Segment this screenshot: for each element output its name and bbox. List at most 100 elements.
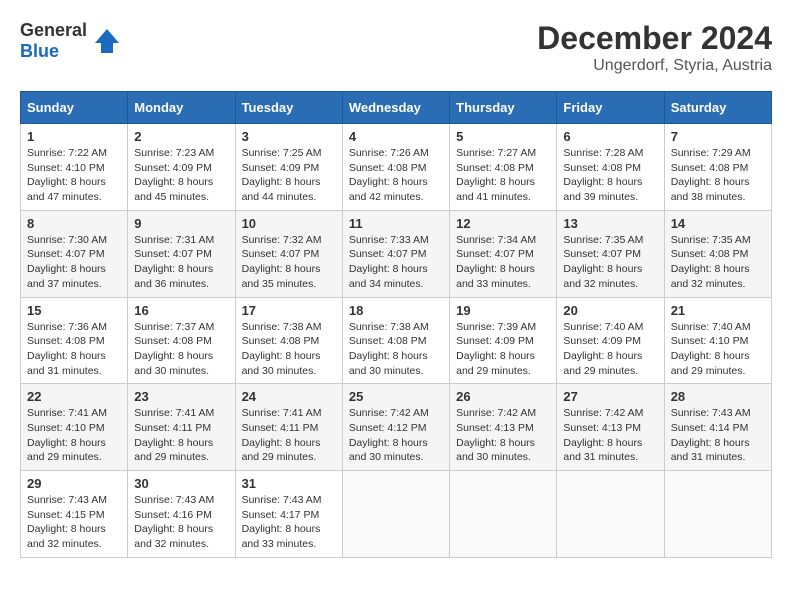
- day-info: Sunrise: 7:42 AMSunset: 4:12 PMDaylight:…: [349, 407, 429, 463]
- day-number: 28: [671, 389, 765, 404]
- day-number: 31: [242, 476, 336, 491]
- day-info: Sunrise: 7:37 AMSunset: 4:08 PMDaylight:…: [134, 321, 214, 377]
- table-row: 23 Sunrise: 7:41 AMSunset: 4:11 PMDaylig…: [128, 384, 235, 471]
- logo: General Blue: [20, 20, 123, 62]
- table-row: 21 Sunrise: 7:40 AMSunset: 4:10 PMDaylig…: [664, 297, 771, 384]
- col-thursday: Thursday: [450, 92, 557, 124]
- col-saturday: Saturday: [664, 92, 771, 124]
- day-number: 8: [27, 216, 121, 231]
- table-row: 18 Sunrise: 7:38 AMSunset: 4:08 PMDaylig…: [342, 297, 449, 384]
- table-row: 5 Sunrise: 7:27 AMSunset: 4:08 PMDayligh…: [450, 124, 557, 211]
- table-row: 7 Sunrise: 7:29 AMSunset: 4:08 PMDayligh…: [664, 124, 771, 211]
- day-number: 30: [134, 476, 228, 491]
- table-row: [557, 471, 664, 558]
- col-tuesday: Tuesday: [235, 92, 342, 124]
- table-row: 24 Sunrise: 7:41 AMSunset: 4:11 PMDaylig…: [235, 384, 342, 471]
- calendar-header-row: Sunday Monday Tuesday Wednesday Thursday…: [21, 92, 772, 124]
- day-info: Sunrise: 7:38 AMSunset: 4:08 PMDaylight:…: [242, 321, 322, 377]
- day-number: 11: [349, 216, 443, 231]
- table-row: 28 Sunrise: 7:43 AMSunset: 4:14 PMDaylig…: [664, 384, 771, 471]
- day-number: 22: [27, 389, 121, 404]
- day-info: Sunrise: 7:41 AMSunset: 4:11 PMDaylight:…: [134, 407, 214, 463]
- location: Ungerdorf, Styria, Austria: [537, 57, 772, 75]
- table-row: 4 Sunrise: 7:26 AMSunset: 4:08 PMDayligh…: [342, 124, 449, 211]
- calendar-week-row: 22 Sunrise: 7:41 AMSunset: 4:10 PMDaylig…: [21, 384, 772, 471]
- day-info: Sunrise: 7:34 AMSunset: 4:07 PMDaylight:…: [456, 234, 536, 290]
- day-info: Sunrise: 7:43 AMSunset: 4:17 PMDaylight:…: [242, 494, 322, 550]
- title-section: December 2024 Ungerdorf, Styria, Austria: [537, 20, 772, 75]
- day-info: Sunrise: 7:31 AMSunset: 4:07 PMDaylight:…: [134, 234, 214, 290]
- table-row: [450, 471, 557, 558]
- day-number: 3: [242, 129, 336, 144]
- col-sunday: Sunday: [21, 92, 128, 124]
- day-number: 20: [563, 303, 657, 318]
- day-number: 13: [563, 216, 657, 231]
- calendar-week-row: 1 Sunrise: 7:22 AMSunset: 4:10 PMDayligh…: [21, 124, 772, 211]
- table-row: [342, 471, 449, 558]
- logo-icon: [91, 25, 123, 57]
- day-number: 7: [671, 129, 765, 144]
- day-info: Sunrise: 7:43 AMSunset: 4:16 PMDaylight:…: [134, 494, 214, 550]
- table-row: 25 Sunrise: 7:42 AMSunset: 4:12 PMDaylig…: [342, 384, 449, 471]
- day-info: Sunrise: 7:42 AMSunset: 4:13 PMDaylight:…: [456, 407, 536, 463]
- day-info: Sunrise: 7:23 AMSunset: 4:09 PMDaylight:…: [134, 147, 214, 203]
- day-number: 21: [671, 303, 765, 318]
- day-info: Sunrise: 7:30 AMSunset: 4:07 PMDaylight:…: [27, 234, 107, 290]
- day-number: 19: [456, 303, 550, 318]
- day-info: Sunrise: 7:39 AMSunset: 4:09 PMDaylight:…: [456, 321, 536, 377]
- day-info: Sunrise: 7:28 AMSunset: 4:08 PMDaylight:…: [563, 147, 643, 203]
- table-row: 17 Sunrise: 7:38 AMSunset: 4:08 PMDaylig…: [235, 297, 342, 384]
- day-info: Sunrise: 7:40 AMSunset: 4:09 PMDaylight:…: [563, 321, 643, 377]
- day-number: 17: [242, 303, 336, 318]
- table-row: 14 Sunrise: 7:35 AMSunset: 4:08 PMDaylig…: [664, 210, 771, 297]
- day-info: Sunrise: 7:33 AMSunset: 4:07 PMDaylight:…: [349, 234, 429, 290]
- table-row: 12 Sunrise: 7:34 AMSunset: 4:07 PMDaylig…: [450, 210, 557, 297]
- table-row: 31 Sunrise: 7:43 AMSunset: 4:17 PMDaylig…: [235, 471, 342, 558]
- day-info: Sunrise: 7:29 AMSunset: 4:08 PMDaylight:…: [671, 147, 751, 203]
- day-number: 15: [27, 303, 121, 318]
- day-number: 12: [456, 216, 550, 231]
- table-row: 3 Sunrise: 7:25 AMSunset: 4:09 PMDayligh…: [235, 124, 342, 211]
- logo-blue: Blue: [20, 41, 59, 61]
- table-row: [664, 471, 771, 558]
- day-info: Sunrise: 7:42 AMSunset: 4:13 PMDaylight:…: [563, 407, 643, 463]
- day-number: 4: [349, 129, 443, 144]
- table-row: 8 Sunrise: 7:30 AMSunset: 4:07 PMDayligh…: [21, 210, 128, 297]
- table-row: 20 Sunrise: 7:40 AMSunset: 4:09 PMDaylig…: [557, 297, 664, 384]
- day-info: Sunrise: 7:25 AMSunset: 4:09 PMDaylight:…: [242, 147, 322, 203]
- day-number: 1: [27, 129, 121, 144]
- day-number: 27: [563, 389, 657, 404]
- day-number: 5: [456, 129, 550, 144]
- day-number: 26: [456, 389, 550, 404]
- table-row: 2 Sunrise: 7:23 AMSunset: 4:09 PMDayligh…: [128, 124, 235, 211]
- table-row: 6 Sunrise: 7:28 AMSunset: 4:08 PMDayligh…: [557, 124, 664, 211]
- day-info: Sunrise: 7:40 AMSunset: 4:10 PMDaylight:…: [671, 321, 751, 377]
- day-number: 10: [242, 216, 336, 231]
- col-wednesday: Wednesday: [342, 92, 449, 124]
- table-row: 19 Sunrise: 7:39 AMSunset: 4:09 PMDaylig…: [450, 297, 557, 384]
- day-info: Sunrise: 7:36 AMSunset: 4:08 PMDaylight:…: [27, 321, 107, 377]
- table-row: 29 Sunrise: 7:43 AMSunset: 4:15 PMDaylig…: [21, 471, 128, 558]
- month-year: December 2024: [537, 20, 772, 57]
- day-number: 9: [134, 216, 228, 231]
- table-row: 9 Sunrise: 7:31 AMSunset: 4:07 PMDayligh…: [128, 210, 235, 297]
- day-info: Sunrise: 7:27 AMSunset: 4:08 PMDaylight:…: [456, 147, 536, 203]
- day-number: 6: [563, 129, 657, 144]
- table-row: 15 Sunrise: 7:36 AMSunset: 4:08 PMDaylig…: [21, 297, 128, 384]
- table-row: 22 Sunrise: 7:41 AMSunset: 4:10 PMDaylig…: [21, 384, 128, 471]
- day-info: Sunrise: 7:26 AMSunset: 4:08 PMDaylight:…: [349, 147, 429, 203]
- day-info: Sunrise: 7:43 AMSunset: 4:14 PMDaylight:…: [671, 407, 751, 463]
- calendar-week-row: 15 Sunrise: 7:36 AMSunset: 4:08 PMDaylig…: [21, 297, 772, 384]
- col-friday: Friday: [557, 92, 664, 124]
- day-info: Sunrise: 7:22 AMSunset: 4:10 PMDaylight:…: [27, 147, 107, 203]
- calendar-table: Sunday Monday Tuesday Wednesday Thursday…: [20, 91, 772, 558]
- col-monday: Monday: [128, 92, 235, 124]
- day-info: Sunrise: 7:35 AMSunset: 4:08 PMDaylight:…: [671, 234, 751, 290]
- table-row: 30 Sunrise: 7:43 AMSunset: 4:16 PMDaylig…: [128, 471, 235, 558]
- logo-general: General: [20, 20, 87, 40]
- day-number: 14: [671, 216, 765, 231]
- day-number: 23: [134, 389, 228, 404]
- day-number: 29: [27, 476, 121, 491]
- day-number: 24: [242, 389, 336, 404]
- day-number: 18: [349, 303, 443, 318]
